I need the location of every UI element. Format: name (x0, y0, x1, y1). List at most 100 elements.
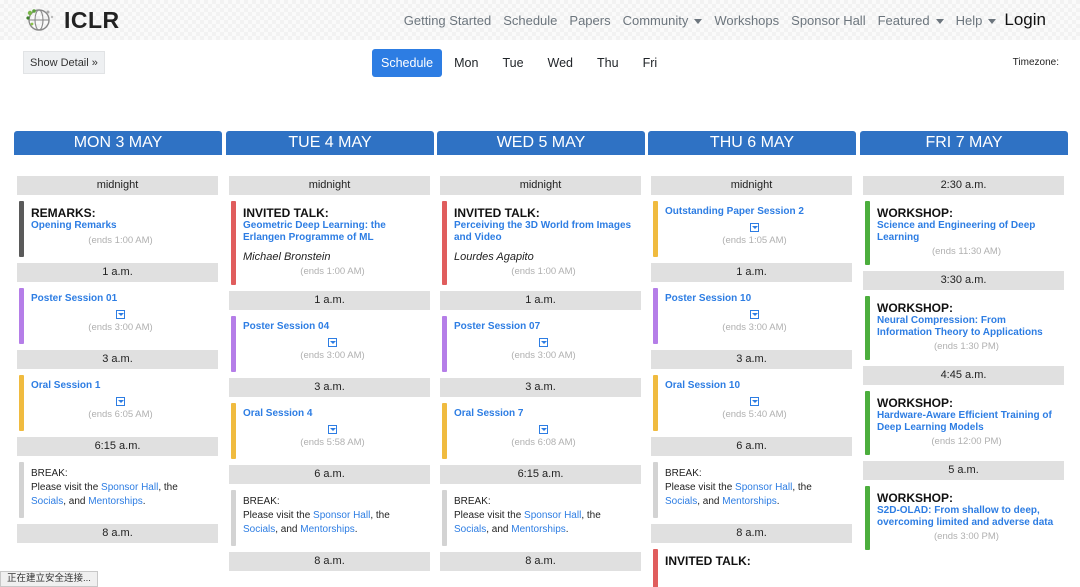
break-text: BREAK: Please visit the Sponsor Hall, the… (665, 467, 844, 509)
break-text-fragment: , the (581, 510, 601, 521)
event-title-link[interactable]: Oral Session 7 (454, 408, 633, 420)
time-slot-header: 6 a.m. (229, 465, 430, 484)
socials-link[interactable]: Socials (665, 496, 697, 507)
break-text-fragment: , the (792, 482, 812, 493)
event-title-link[interactable]: Poster Session 04 (243, 321, 422, 333)
day-header[interactable]: THU 6 MAY (648, 131, 856, 155)
event-card[interactable]: Oral Session 10 (ends 5:40 AM) (651, 375, 852, 431)
event-card[interactable]: WORKSHOP: S2D-OLAD: From shallow to deep,… (863, 486, 1064, 550)
socials-link[interactable]: Socials (31, 496, 63, 507)
event-card[interactable]: Oral Session 7 (ends 6:08 AM) (440, 403, 641, 459)
event-title-link[interactable]: Geometric Deep Learning: the Erlangen Pr… (243, 220, 422, 243)
event-card[interactable]: Poster Session 07 (ends 3:00 AM) (440, 316, 641, 372)
show-detail-button[interactable]: Show Detail » (23, 51, 105, 74)
event-title-link[interactable]: S2D-OLAD: From shallow to deep, overcomi… (877, 505, 1056, 528)
expand-icon[interactable] (116, 396, 125, 406)
day-header[interactable]: MON 3 MAY (14, 131, 222, 155)
event-card[interactable]: WORKSHOP: Science and Engineering of Deep… (863, 201, 1064, 265)
time-slot-header: 1 a.m. (229, 291, 430, 310)
day-header[interactable]: FRI 7 MAY (860, 131, 1068, 155)
day-header[interactable]: TUE 4 MAY (226, 131, 434, 155)
tab-fri[interactable]: Fri (631, 49, 670, 77)
break-text-fragment: BREAK: (243, 496, 280, 507)
mentorships-link[interactable]: Mentorships (722, 496, 776, 507)
event-card[interactable]: Outstanding Paper Session 2 (ends 1:05 AM… (651, 201, 852, 257)
expand-icon[interactable] (328, 424, 337, 434)
event-card[interactable]: WORKSHOP: Hardware-Aware Efficient Traini… (863, 391, 1064, 455)
time-slot-header: midnight (440, 176, 641, 195)
event-card[interactable]: Poster Session 04 (ends 3:00 AM) (229, 316, 430, 372)
event-card[interactable]: INVITED TALK: (651, 549, 852, 587)
event-title-link[interactable]: Oral Session 10 (665, 380, 844, 392)
break-text-fragment: . (354, 524, 358, 535)
expand-icon[interactable] (750, 309, 759, 319)
event-card[interactable]: Poster Session 10 (ends 3:00 AM) (651, 288, 852, 344)
break-text-fragment: , and (697, 496, 723, 507)
event-color-bar (653, 288, 658, 344)
nav-link-getting-started[interactable]: Getting Started (404, 13, 491, 28)
event-color-bar (231, 403, 236, 459)
event-title-link[interactable]: Poster Session 01 (31, 293, 210, 305)
break-text-fragment: Please visit the (454, 510, 525, 521)
expand-icon[interactable] (328, 337, 337, 347)
nav-menu: Getting Started Schedule Papers Community Wo… (392, 0, 1046, 40)
event-card[interactable]: Oral Session 4 (ends 5:58 AM) (229, 403, 430, 459)
time-slot-header: 1 a.m. (651, 263, 852, 282)
nav-link-schedule[interactable]: Schedule (503, 13, 557, 28)
socials-link[interactable]: Socials (454, 524, 486, 535)
nav-link-help[interactable]: Help (956, 13, 997, 28)
event-color-bar (231, 316, 236, 372)
expand-icon[interactable] (750, 222, 759, 232)
mentorships-link[interactable]: Mentorships (511, 524, 565, 535)
event-card[interactable]: INVITED TALK: Geometric Deep Learning: th… (229, 201, 430, 285)
sponsor-hall-link[interactable]: Sponsor Hall (313, 510, 370, 521)
event-title-link[interactable]: Oral Session 4 (243, 408, 422, 420)
day-column-mon-3-may: MON 3 MAY midnight REMARKS: Opening Remarks… (14, 131, 222, 587)
event-title-link[interactable]: Hardware-Aware Efficient Training of Dee… (877, 410, 1056, 433)
socials-link[interactable]: Socials (243, 524, 275, 535)
event-end-time: (ends 1:00 AM) (300, 266, 365, 277)
event-title-link[interactable]: Perceiving the 3D World from Images and … (454, 220, 633, 243)
login-link[interactable]: Login (1004, 10, 1046, 30)
brand-logo[interactable]: ICLR (24, 6, 120, 34)
event-title-link[interactable]: Science and Engineering of Deep Learning (877, 220, 1056, 243)
expand-icon[interactable] (539, 424, 548, 434)
sponsor-hall-link[interactable]: Sponsor Hall (524, 510, 581, 521)
event-card[interactable]: INVITED TALK: Perceiving the 3D World fro… (440, 201, 641, 285)
event-title-link[interactable]: Outstanding Paper Session 2 (665, 206, 844, 218)
tab-thu[interactable]: Thu (585, 49, 631, 77)
nav-link-papers[interactable]: Papers (569, 13, 610, 28)
sponsor-hall-link[interactable]: Sponsor Hall (101, 482, 158, 493)
time-slot-header: 3 a.m. (651, 350, 852, 369)
expand-icon[interactable] (116, 309, 125, 319)
event-card[interactable]: Poster Session 01 (ends 3:00 AM) (17, 288, 218, 344)
event-title-link[interactable]: Poster Session 07 (454, 321, 633, 333)
event-card[interactable]: REMARKS: Opening Remarks (ends 1:00 AM) (17, 201, 218, 257)
event-kind: WORKSHOP: (877, 491, 953, 505)
event-title-link[interactable]: Poster Session 10 (665, 293, 844, 305)
expand-icon[interactable] (750, 396, 759, 406)
tab-wed[interactable]: Wed (536, 49, 585, 77)
event-card[interactable]: WORKSHOP: Neural Compression: From Inform… (863, 296, 1064, 360)
mentorships-link[interactable]: Mentorships (88, 496, 142, 507)
nav-link-label: Schedule (503, 12, 558, 28)
tab-mon[interactable]: Mon (442, 49, 490, 77)
day-slots: 2:30 a.m. WORKSHOP: Science and Engineerin… (860, 176, 1068, 550)
nav-link-sponsor-hall[interactable]: Sponsor Hall (791, 13, 865, 28)
event-card[interactable]: Oral Session 1 (ends 6:05 AM) (17, 375, 218, 431)
tab-tue[interactable]: Tue (490, 49, 535, 77)
nav-link-featured[interactable]: Featured (878, 13, 944, 28)
day-header[interactable]: WED 5 MAY (437, 131, 645, 155)
event-end-time: (ends 3:00 AM) (722, 321, 787, 333)
event-title-link[interactable]: Opening Remarks (31, 220, 210, 232)
sponsor-hall-link[interactable]: Sponsor Hall (735, 482, 792, 493)
break-text-fragment: , and (486, 524, 512, 535)
event-title-link[interactable]: Oral Session 1 (31, 380, 210, 392)
time-slot-header: 4:45 a.m. (863, 366, 1064, 385)
tab-schedule[interactable]: Schedule (372, 49, 443, 77)
nav-link-community[interactable]: Community (623, 13, 703, 28)
event-title-link[interactable]: Neural Compression: From Information The… (877, 315, 1056, 338)
mentorships-link[interactable]: Mentorships (300, 524, 354, 535)
expand-icon[interactable] (539, 337, 548, 347)
nav-link-workshops[interactable]: Workshops (714, 13, 779, 28)
